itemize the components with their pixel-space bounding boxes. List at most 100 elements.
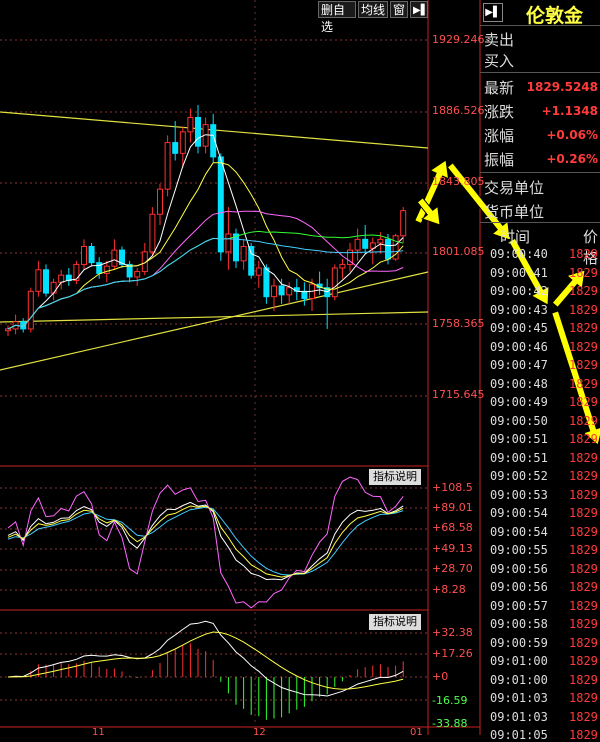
- instrument-title: 伦敦金: [526, 5, 584, 27]
- currency-unit-label: 货币单位: [484, 203, 545, 221]
- indicator2-axis-tick: -16.59: [432, 694, 468, 707]
- tick-time: 09:00:55: [490, 543, 548, 557]
- candle-body: [339, 263, 346, 269]
- candle-body: [111, 249, 118, 267]
- candle-body: [35, 269, 42, 292]
- tick-time: 09:00:58: [490, 617, 548, 631]
- tick-time: 09:00:50: [490, 413, 548, 428]
- tick-time: 09:00:54: [490, 524, 548, 539]
- price-axis-tick: 1843.805: [432, 175, 485, 188]
- tick-time: 09:00:43: [490, 302, 548, 317]
- candle-body: [240, 246, 247, 262]
- price-axis-tick: 1886.526: [432, 104, 485, 117]
- expand-right-icon[interactable]: ▶▌: [410, 1, 428, 18]
- candle-body: [225, 233, 232, 253]
- amplitude-label: 振幅: [484, 151, 515, 169]
- candle-body: [248, 246, 255, 276]
- candle-body: [43, 269, 49, 294]
- change-label: 涨跌: [484, 103, 515, 121]
- tick-price: 1829.: [569, 265, 600, 280]
- candle-body: [255, 267, 262, 276]
- candle-body: [271, 285, 277, 298]
- tick-time: 09:00:42: [490, 284, 548, 298]
- candle-body: [362, 238, 369, 249]
- sell-label: 卖出: [484, 31, 515, 49]
- tick-price: 1829.: [569, 598, 600, 613]
- ma5-line: [7, 134, 404, 330]
- tick-price: 1829.: [569, 580, 600, 594]
- candle-body: [377, 238, 384, 244]
- candle-body: [385, 238, 391, 260]
- tick-price: 1829.: [569, 413, 600, 428]
- tick-time: 09:01:03: [490, 691, 548, 705]
- date-axis-label: 01: [410, 727, 423, 738]
- amplitude-value: +0.26%: [546, 152, 598, 166]
- change-pct-label: 涨幅: [484, 127, 515, 145]
- candle-body: [195, 117, 201, 147]
- tick-price: 1829.: [569, 524, 600, 539]
- indicator2-axis-tick: +32.38: [432, 626, 473, 639]
- tick-price: 1829.: [569, 358, 600, 372]
- candle-body: [187, 117, 194, 133]
- candle-body: [134, 271, 141, 278]
- tick-price: 1829.: [569, 302, 600, 317]
- candle-body: [164, 142, 171, 190]
- divider: [480, 72, 600, 73]
- tick-price: 1829.: [569, 728, 600, 742]
- candle-body: [172, 142, 179, 154]
- moving-average-button[interactable]: 均线: [358, 1, 388, 18]
- indicator2-axis-tick: +17.26: [432, 647, 473, 660]
- indicator1-axis-tick: +8.28: [432, 583, 466, 596]
- delete-watchlist-button[interactable]: 删自选: [318, 1, 356, 34]
- tick-price: 1829.: [569, 339, 600, 354]
- indicator1-axis-tick: +108.5: [432, 481, 473, 494]
- indicator2-help-button[interactable]: 指标说明: [369, 614, 421, 630]
- candle-body: [58, 274, 65, 283]
- tick-price: 1829.: [569, 376, 600, 391]
- tick-price: 1829.: [569, 635, 600, 650]
- candle-body: [331, 267, 338, 298]
- tick-price: 1829.: [569, 709, 600, 724]
- price-axis-tick: 1801.085: [432, 245, 485, 258]
- tick-time: 09:01:03: [490, 709, 548, 724]
- date-axis-label: 11: [92, 727, 105, 738]
- kdj-d-line: [7, 506, 404, 576]
- divider: [480, 222, 600, 223]
- tick-price: 1829.: [569, 469, 600, 483]
- price-axis-tick: 1715.645: [432, 388, 485, 401]
- latest-label: 最新: [484, 79, 515, 97]
- tick-time: 09:00:54: [490, 506, 548, 520]
- indicator1-axis-tick: +28.70: [432, 562, 473, 575]
- tick-time-header: 时间: [500, 228, 531, 246]
- candle-body: [278, 285, 285, 296]
- price-axis-tick: 1929.246: [432, 33, 485, 46]
- tick-time: 09:00:56: [490, 580, 548, 594]
- tick-time: 09:00:56: [490, 561, 548, 576]
- tick-time: 09:00:45: [490, 321, 548, 335]
- tick-time: 09:00:57: [490, 598, 548, 613]
- tick-time: 09:00:51: [490, 432, 548, 446]
- indicator1-help-button[interactable]: 指标说明: [369, 469, 421, 485]
- change-pct-value: +0.06%: [546, 128, 598, 142]
- candle-body: [5, 328, 11, 332]
- tick-time: 09:00:48: [490, 376, 548, 391]
- tick-price: 1829.: [569, 672, 600, 687]
- tick-price: 1829.: [569, 487, 600, 502]
- tick-time: 09:00:52: [490, 469, 548, 483]
- tick-price: 1829.: [569, 450, 600, 465]
- tick-time: 09:01:00: [490, 654, 548, 668]
- trade-unit-label: 交易单位: [484, 179, 545, 197]
- tick-price: 1829.: [569, 617, 600, 631]
- window-button[interactable]: 窗: [390, 1, 408, 18]
- tick-price: 1829.: [569, 506, 600, 520]
- tick-price: 1829.: [569, 561, 600, 576]
- indicator1-axis-tick: +49.13: [432, 542, 473, 555]
- tick-time: 09:00:41: [490, 265, 548, 280]
- candle-body: [73, 263, 80, 282]
- collapse-panel-icon[interactable]: ▶▌: [483, 3, 503, 22]
- kdj-j-line: [7, 476, 404, 609]
- price-axis-tick: 1758.365: [432, 317, 485, 330]
- indicator2-axis-tick: +0: [432, 670, 449, 683]
- candle-body: [96, 262, 103, 274]
- tick-price: 1829.: [569, 247, 600, 261]
